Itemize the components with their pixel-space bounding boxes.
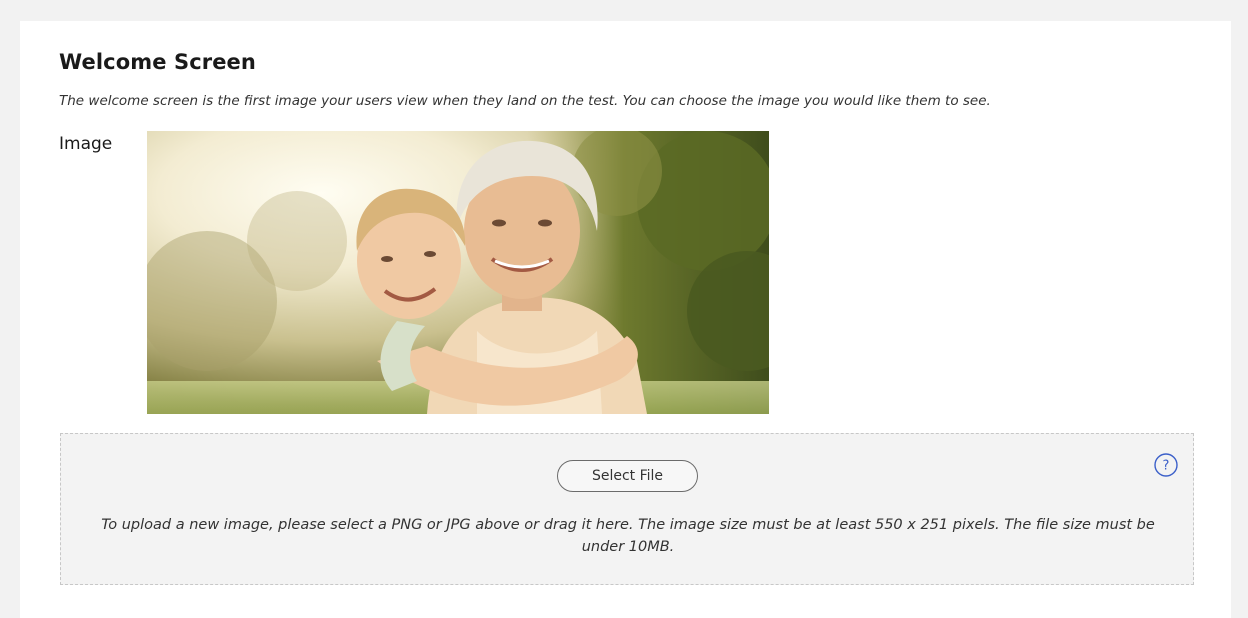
welcome-image-preview [147,131,769,414]
section-title: Welcome Screen [59,50,256,74]
select-file-button[interactable]: Select File [557,460,698,492]
section-description: The welcome screen is the first image yo… [59,93,991,109]
file-dropzone[interactable]: Select File ? To upload a new image, ple… [60,433,1194,585]
photo-illustration [147,131,769,414]
upload-instructions: To upload a new image, please select a P… [101,517,1155,555]
image-label: Image [59,134,113,154]
question-circle-icon[interactable]: ? [1154,453,1178,477]
welcome-screen-card: Welcome Screen The welcome screen is the… [20,21,1231,618]
help-glyph: ? [1163,459,1170,474]
